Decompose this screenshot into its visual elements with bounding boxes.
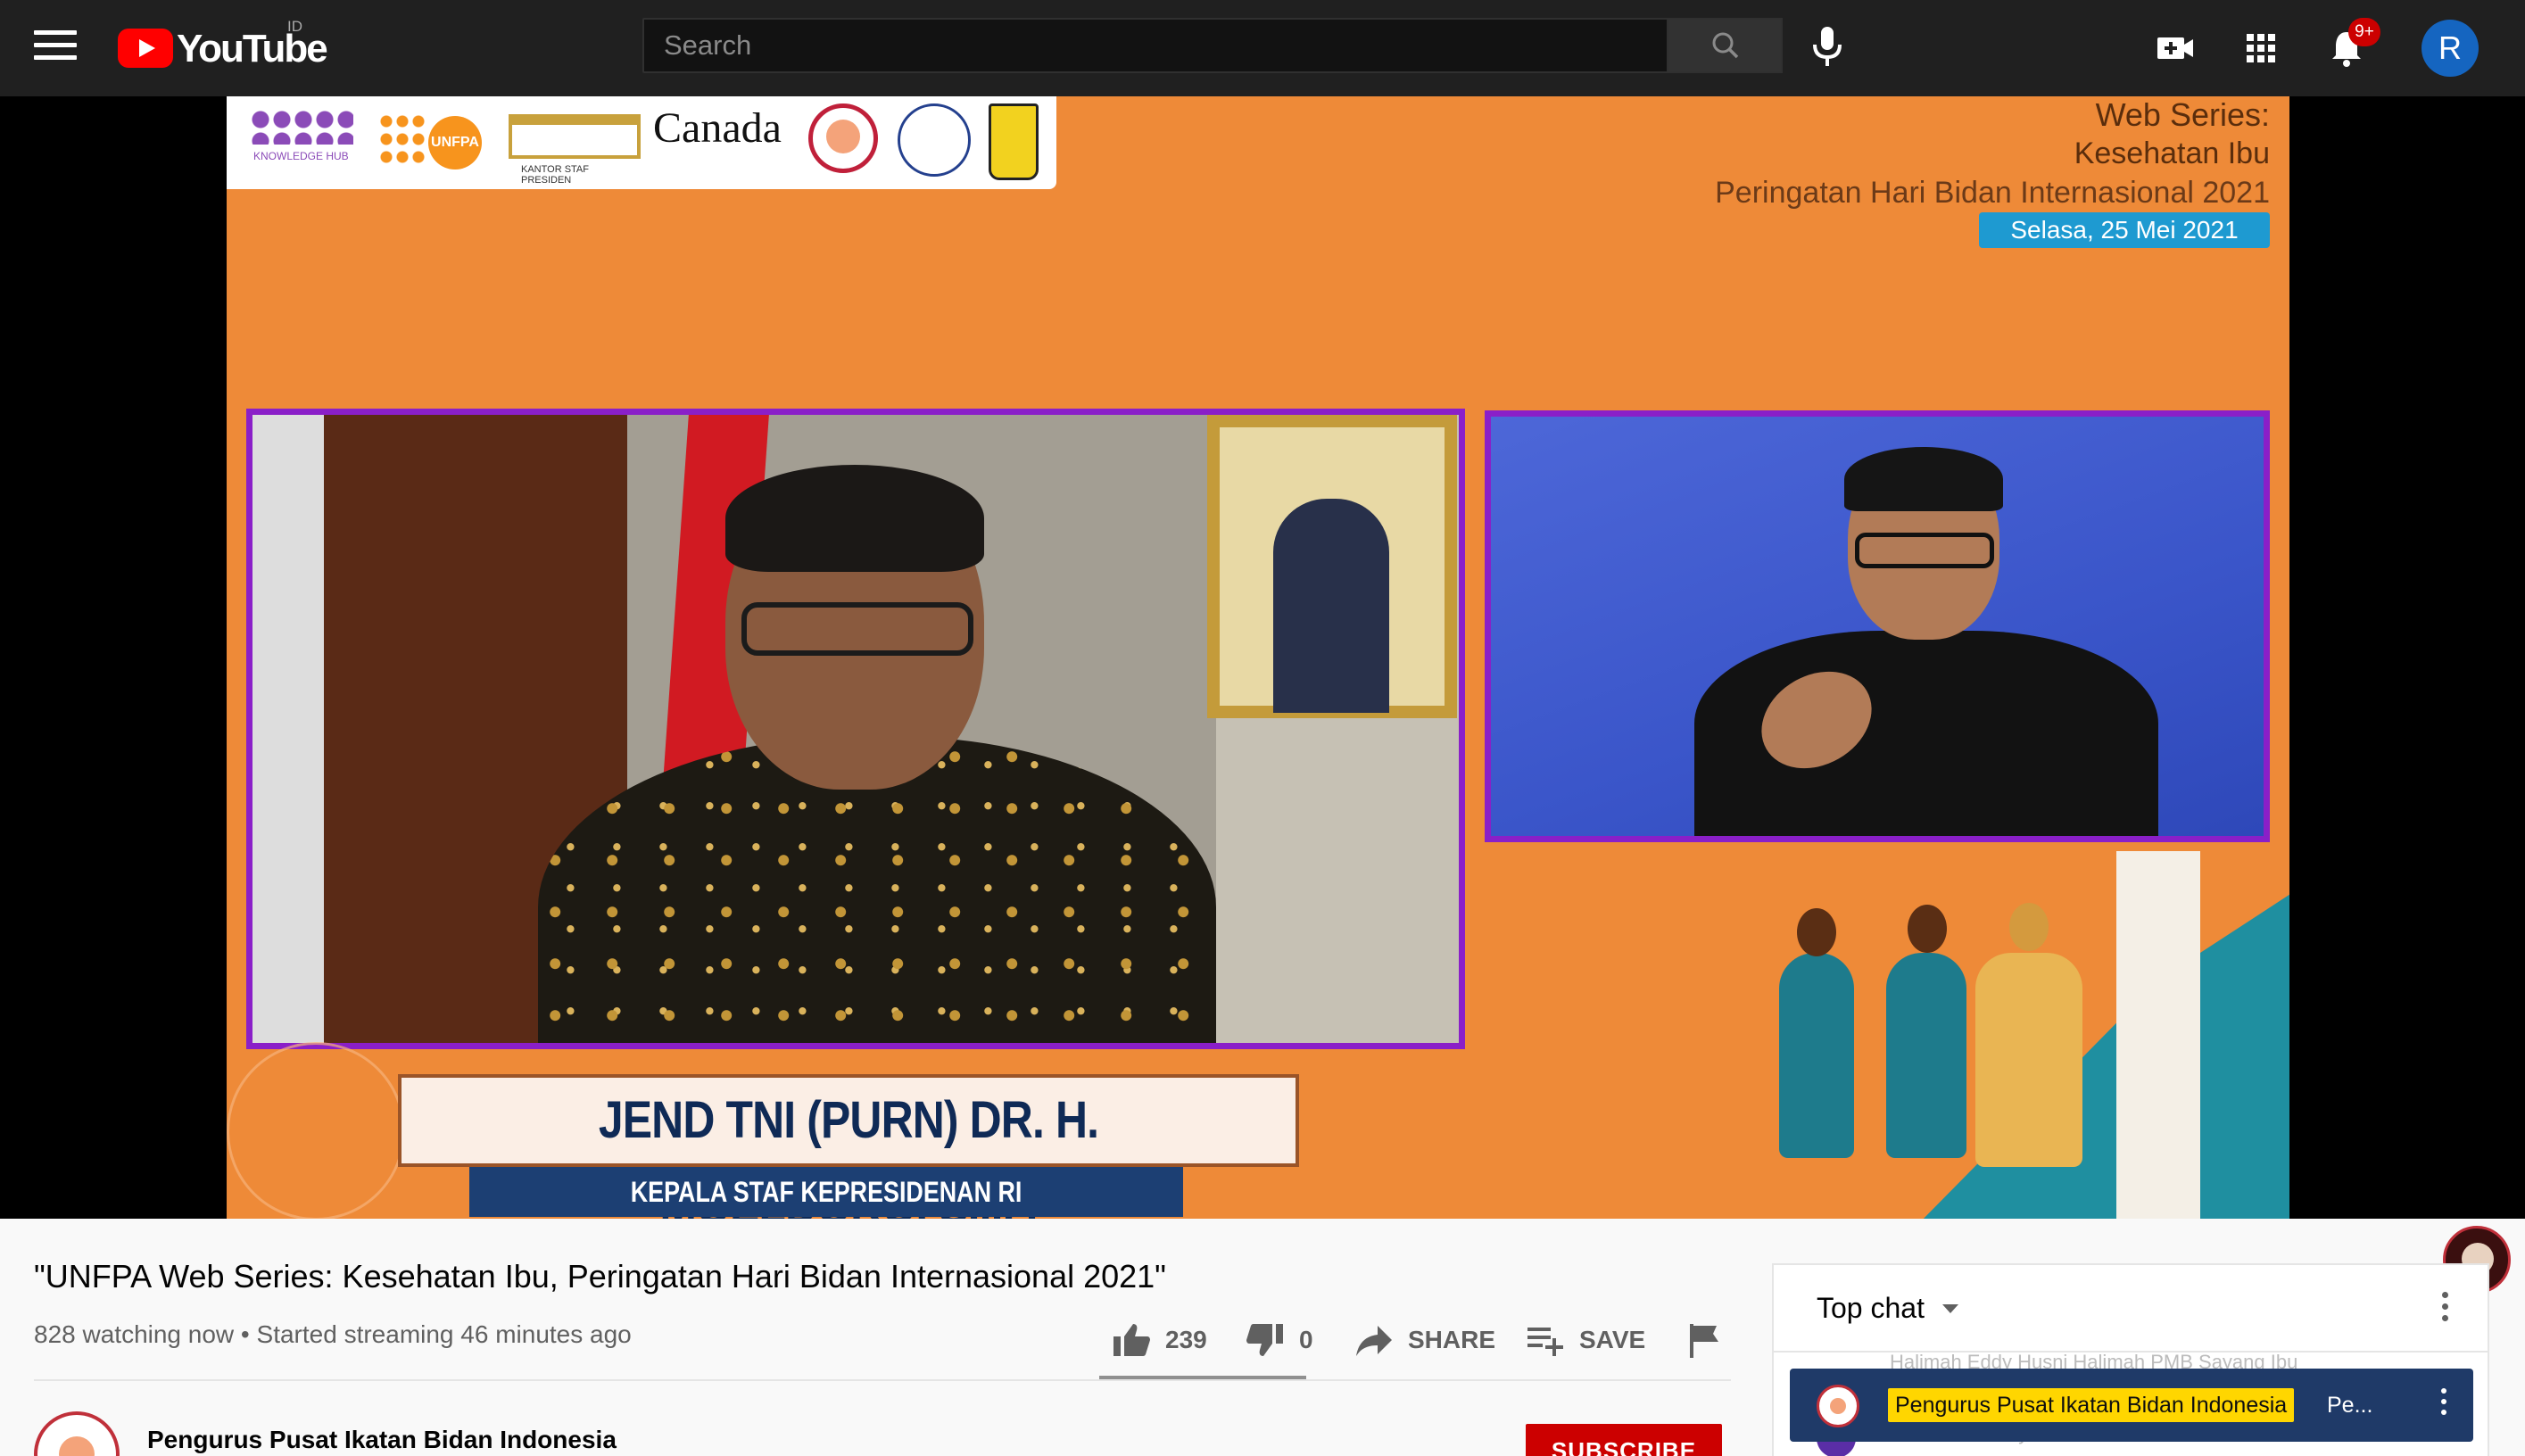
illustration-figure xyxy=(1779,953,1854,1158)
apps-button[interactable] xyxy=(2236,23,2286,73)
sign-interpreter-camera xyxy=(1485,410,2270,842)
report-button[interactable] xyxy=(1683,1313,1738,1367)
subscribe-button[interactable]: SUBSCRIBE xyxy=(1526,1424,1722,1456)
channel-avatar[interactable] xyxy=(34,1411,120,1456)
youtube-logo-icon xyxy=(118,29,173,68)
series-line-1: Web Series: xyxy=(2095,96,2270,133)
country-code: ID xyxy=(287,18,302,35)
search-button[interactable] xyxy=(1667,18,1783,73)
video-title: "UNFPA Web Series: Kesehatan Ibu, Pering… xyxy=(34,1258,1166,1295)
speaker-camera xyxy=(246,409,1465,1049)
series-line-3: Peringatan Hari Bidan Internasional 2021 xyxy=(1715,176,2270,210)
illustration-figure-head xyxy=(1797,908,1836,956)
speaker-title-plate: KEPALA STAF KEPRESIDENAN RI xyxy=(469,1167,1183,1217)
dislike-button[interactable]: 0 xyxy=(1244,1313,1313,1367)
speaker-glasses xyxy=(741,602,973,656)
search-box xyxy=(642,18,1668,73)
share-arrow-icon xyxy=(1356,1326,1392,1356)
video-frame: KNOWLEDGE HUB UNFPA KANTOR STAF PRESIDEN… xyxy=(227,96,2289,1219)
notification-count-badge: 9+ xyxy=(2348,18,2380,46)
decorative-white-bar xyxy=(2116,851,2200,1219)
chevron-down-icon xyxy=(1941,1303,1958,1313)
series-heading: Web Series: Kesehatan Ibu Peringatan Har… xyxy=(1715,96,2270,212)
live-chat: Top chat Halimah Eddy Husni Halimah PMB … xyxy=(1772,1263,2489,1456)
dislike-count: 0 xyxy=(1299,1326,1313,1353)
illustration-figure-head xyxy=(1908,905,1947,953)
illustration-figure xyxy=(1975,953,2082,1167)
search-input[interactable] xyxy=(644,20,1667,71)
more-vert-icon[interactable] xyxy=(2436,1292,2454,1328)
illustration-figure-head xyxy=(2009,903,2049,951)
channel-name[interactable]: Pengurus Pusat Ikatan Bidan Indonesia xyxy=(147,1426,617,1454)
pinned-message-text: Pe... xyxy=(2327,1393,2373,1418)
playlist-add-icon xyxy=(1527,1328,1563,1356)
idi-logo xyxy=(898,103,971,178)
interpreter-hair xyxy=(1844,447,2003,511)
ibi-logo xyxy=(808,103,878,178)
wall-portrait xyxy=(1207,415,1457,718)
decorative-teal-shape xyxy=(1913,873,2289,1219)
pinned-author-name: Pengurus Pusat Ikatan Bidan Indonesia xyxy=(1888,1388,2295,1422)
partner-logo-strip: KNOWLEDGE HUB UNFPA KANTOR STAF PRESIDEN… xyxy=(227,96,1056,189)
knowledge-hub-logo: KNOWLEDGE HUB xyxy=(250,103,357,178)
pinned-message[interactable]: Pengurus Pusat Ikatan Bidan Indonesia Pe… xyxy=(1790,1369,2473,1442)
speaker-hair xyxy=(725,465,984,572)
save-label: SAVE xyxy=(1579,1326,1646,1353)
save-button[interactable]: SAVE xyxy=(1524,1313,1645,1367)
interpreter-glasses xyxy=(1855,533,1994,568)
share-label: SHARE xyxy=(1408,1326,1496,1353)
masthead: YouTube ID Search 9+ R xyxy=(0,0,2525,96)
chat-mode-dropdown[interactable]: Top chat xyxy=(1817,1292,1958,1325)
create-button[interactable] xyxy=(2150,23,2200,73)
create-video-icon xyxy=(2157,37,2193,59)
event-date: Selasa, 25 Mei 2021 xyxy=(1979,212,2270,248)
speaker-title: KEPALA STAF KEPRESIDENAN RI xyxy=(630,1176,1022,1208)
like-button[interactable]: 239 xyxy=(1110,1313,1207,1367)
like-count: 239 xyxy=(1165,1326,1207,1353)
series-line-2: Kesehatan Ibu xyxy=(2074,136,2270,170)
canada-wordmark: Canada xyxy=(653,104,782,152)
university-shield-logo xyxy=(989,103,1039,180)
menu-icon[interactable] xyxy=(34,30,77,66)
logo-text: YouTube xyxy=(177,27,328,70)
thumb-up-icon xyxy=(1113,1324,1150,1356)
video-meta: 828 watching now • Started streaming 46 … xyxy=(34,1320,632,1348)
speaker-name-plate: JEND TNI (PURN) DR. H. MOELDOKO, S.I.P. xyxy=(398,1074,1299,1219)
video-player[interactable]: KNOWLEDGE HUB UNFPA KANTOR STAF PRESIDEN… xyxy=(0,96,2525,1294)
more-vert-icon[interactable] xyxy=(2438,1388,2450,1424)
pinned-author-avatar xyxy=(1817,1385,1859,1427)
voice-search-button[interactable] xyxy=(1806,21,1849,71)
divider xyxy=(34,1379,1731,1381)
share-button[interactable]: SHARE xyxy=(1353,1313,1495,1367)
thumb-down-icon xyxy=(1246,1324,1283,1356)
ksp-logo: KANTOR STAF PRESIDEN xyxy=(509,103,641,186)
chat-mode-label: Top chat xyxy=(1817,1292,1925,1324)
flag-icon xyxy=(1690,1324,1718,1358)
chat-header: Top chat xyxy=(1774,1265,2488,1353)
unfpa-logo: UNFPA xyxy=(378,103,494,178)
search-icon xyxy=(1712,32,1739,59)
illustration-figure xyxy=(1886,953,1966,1158)
account-avatar[interactable]: R xyxy=(2422,20,2479,77)
microphone-icon xyxy=(1813,27,1842,66)
apps-grid-icon xyxy=(2247,34,2275,62)
decorative-flower xyxy=(227,1042,405,1219)
